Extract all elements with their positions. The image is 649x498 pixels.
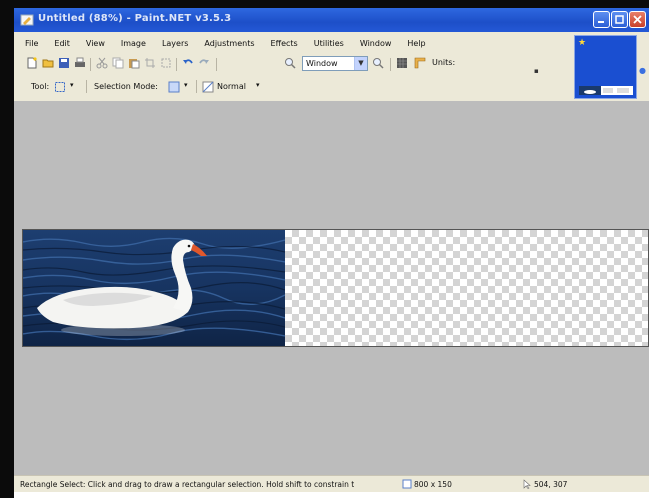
cut-icon[interactable] [96,57,108,69]
toolbar-separator [216,58,217,71]
copy-icon[interactable] [112,57,124,69]
crop-to-selection-icon[interactable] [144,57,156,69]
app-icon [20,14,34,26]
canvas-workspace[interactable] [14,101,649,475]
zoom-out-icon[interactable] [284,57,296,69]
selection-mode-dropdown-icon[interactable]: ▾ [184,81,188,89]
menu-window[interactable]: Window [352,37,400,51]
zoom-in-icon[interactable] [372,57,384,69]
screen-border-left [0,0,14,498]
menu-help[interactable]: Help [399,37,433,51]
menu-view[interactable]: View [78,37,113,51]
menu-layers[interactable]: Layers [154,37,196,51]
minimize-button[interactable] [593,11,610,28]
blend-mode-icon [202,81,214,93]
cursor-position-icon [523,479,531,489]
window-title: Untitled (88%) - Paint.NET v3.5.3 [38,13,232,24]
redo-icon[interactable] [198,57,210,69]
menu-bar: File Edit View Image Layers Adjustments … [14,37,434,51]
toolbar-separator [196,80,197,93]
status-hint: Rectangle Select: Click and drag to draw… [20,480,355,489]
open-folder-icon[interactable] [42,57,54,69]
screen-border-top [0,0,649,8]
ruler-icon[interactable] [414,57,426,69]
blend-mode-select[interactable]: Normal [217,82,246,91]
navigator-image-preview [579,86,633,95]
toolbar-separator [86,80,87,93]
screen-bottom-edge [14,492,649,498]
menu-effects[interactable]: Effects [263,37,306,51]
panel-collapse-icon[interactable]: ● [639,66,646,75]
zoom-select[interactable]: Window ▼ [302,56,368,71]
chevron-down-icon[interactable]: ▼ [354,57,367,70]
tool-dropdown-icon[interactable]: ▾ [70,81,74,89]
navigator-thumbnail[interactable]: ★ [574,35,637,99]
transparent-region [285,230,648,346]
rectangle-select-icon[interactable] [54,81,66,93]
toolbar-separator [390,58,391,71]
close-icon [633,15,642,24]
menu-image[interactable]: Image [113,37,154,51]
units-label: Units: [432,58,456,67]
close-button[interactable] [629,11,646,28]
blend-mode-dropdown-icon[interactable]: ▾ [256,81,260,89]
toolbar-separator [90,58,91,71]
new-file-icon[interactable] [26,57,38,69]
image-canvas[interactable] [22,229,649,347]
menu-file[interactable]: File [14,37,46,51]
selection-mode-replace-icon[interactable] [168,81,180,93]
menu-edit[interactable]: Edit [46,37,78,51]
paint-net-window: Untitled (88%) - Paint.NET v3.5.3 File E… [14,8,649,492]
maximize-button[interactable] [611,11,628,28]
tool-label: Tool: [31,82,50,91]
minimize-icon [598,21,604,23]
swan-photo [23,230,285,346]
save-icon[interactable] [58,57,70,69]
toolbar-overflow-icon[interactable]: ▪ [534,67,539,75]
maximize-icon [615,15,624,24]
menu-adjustments[interactable]: Adjustments [196,37,262,51]
grid-icon[interactable] [396,57,408,69]
menu-utilities[interactable]: Utilities [306,37,352,51]
undo-icon[interactable] [182,57,194,69]
tool-options-bar: Tool: ▾ Selection Mode: ▾ Normal ▾ [14,78,574,96]
title-bar[interactable]: Untitled (88%) - Paint.NET v3.5.3 [14,8,649,32]
main-toolbar: Window ▼ Units: [24,56,564,74]
toolbar-separator [176,58,177,71]
image-size: 800 x 150 [414,480,452,489]
zoom-select-value: Window [306,59,338,68]
deselect-icon[interactable] [160,57,172,69]
star-icon: ★ [578,38,587,48]
print-icon[interactable] [74,57,86,69]
image-size-icon [402,479,412,489]
paste-icon[interactable] [128,57,140,69]
selection-mode-label: Selection Mode: [94,82,158,91]
status-bar: Rectangle Select: Click and drag to draw… [14,475,649,492]
cursor-position: 504, 307 [534,480,568,489]
